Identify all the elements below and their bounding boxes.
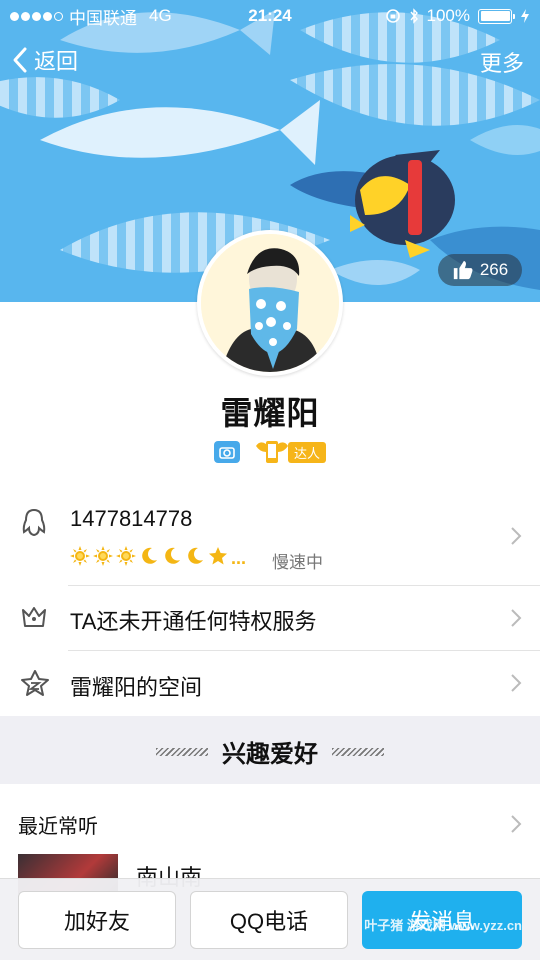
status-bar: 中国联通 4G 21:24 100% (0, 0, 540, 32)
sun-icon (70, 546, 90, 571)
hatch-decoration (332, 747, 384, 756)
navigation-bar: 返回 更多 (0, 38, 540, 84)
hobbies-title: 兴趣爱好 (222, 741, 318, 768)
add-friend-button[interactable]: 加好友 (18, 891, 176, 949)
battery-percent: 100% (426, 6, 470, 25)
hobbies-header: 兴趣爱好 (0, 734, 540, 769)
orientation-lock-icon (385, 9, 400, 23)
carrier-label: 中国联通 (69, 8, 137, 28)
charging-icon (521, 9, 529, 23)
star-icon (208, 546, 228, 571)
back-button[interactable]: 返回 (12, 44, 78, 76)
bottom-action-bar: 加好友 QQ电话 发消息 叶子猪 游戏网 www.yzz.cn (0, 878, 540, 960)
network-type: 4G (149, 6, 172, 25)
thumbs-up-icon (453, 260, 473, 280)
chevron-right-icon (511, 674, 522, 692)
qq-penguin-icon (22, 508, 46, 537)
back-label: 返回 (34, 49, 79, 74)
hatch-decoration (156, 747, 208, 756)
sun-icon (116, 546, 136, 571)
chevron-right-icon (511, 609, 522, 627)
qzone-label: 雷耀阳的空间 (70, 675, 203, 700)
crown-icon (22, 607, 46, 627)
more-button[interactable]: 更多 (480, 46, 524, 78)
avatar[interactable] (197, 230, 343, 376)
sun-icon (93, 546, 113, 571)
qq-number: 1477814778 (70, 506, 193, 531)
like-button[interactable]: 266 (438, 254, 522, 286)
signal-strength-icon (10, 11, 63, 21)
like-count: 266 (479, 260, 509, 279)
winged-phone-icon (255, 441, 288, 463)
qzone-star-icon (21, 670, 49, 696)
moon-icon (139, 546, 159, 571)
level-icons: ... (70, 546, 246, 571)
chevron-right-icon (511, 527, 522, 545)
chevron-right-icon (511, 815, 522, 833)
moon-icon (185, 546, 205, 571)
camera-badge-icon[interactable] (213, 441, 240, 463)
daren-badge[interactable]: 达人 (254, 438, 326, 466)
level-more: ... (231, 548, 247, 568)
moon-icon (162, 546, 182, 571)
vip-service-label: TA还未开通任何特权服务 (70, 609, 317, 634)
profile-name: 雷耀阳 (220, 395, 320, 431)
watermark: 叶子猪 游戏网 www.yzz.cn (364, 918, 522, 933)
chevron-left-icon (13, 47, 27, 73)
bluetooth-icon (409, 8, 418, 24)
qq-call-button[interactable]: QQ电话 (190, 891, 348, 949)
recent-music-label: 最近常听 (18, 816, 98, 838)
battery-icon (478, 8, 515, 24)
avatar-image (201, 234, 339, 372)
daren-label: 达人 (287, 441, 326, 463)
level-status: 慢速中 (272, 553, 323, 572)
